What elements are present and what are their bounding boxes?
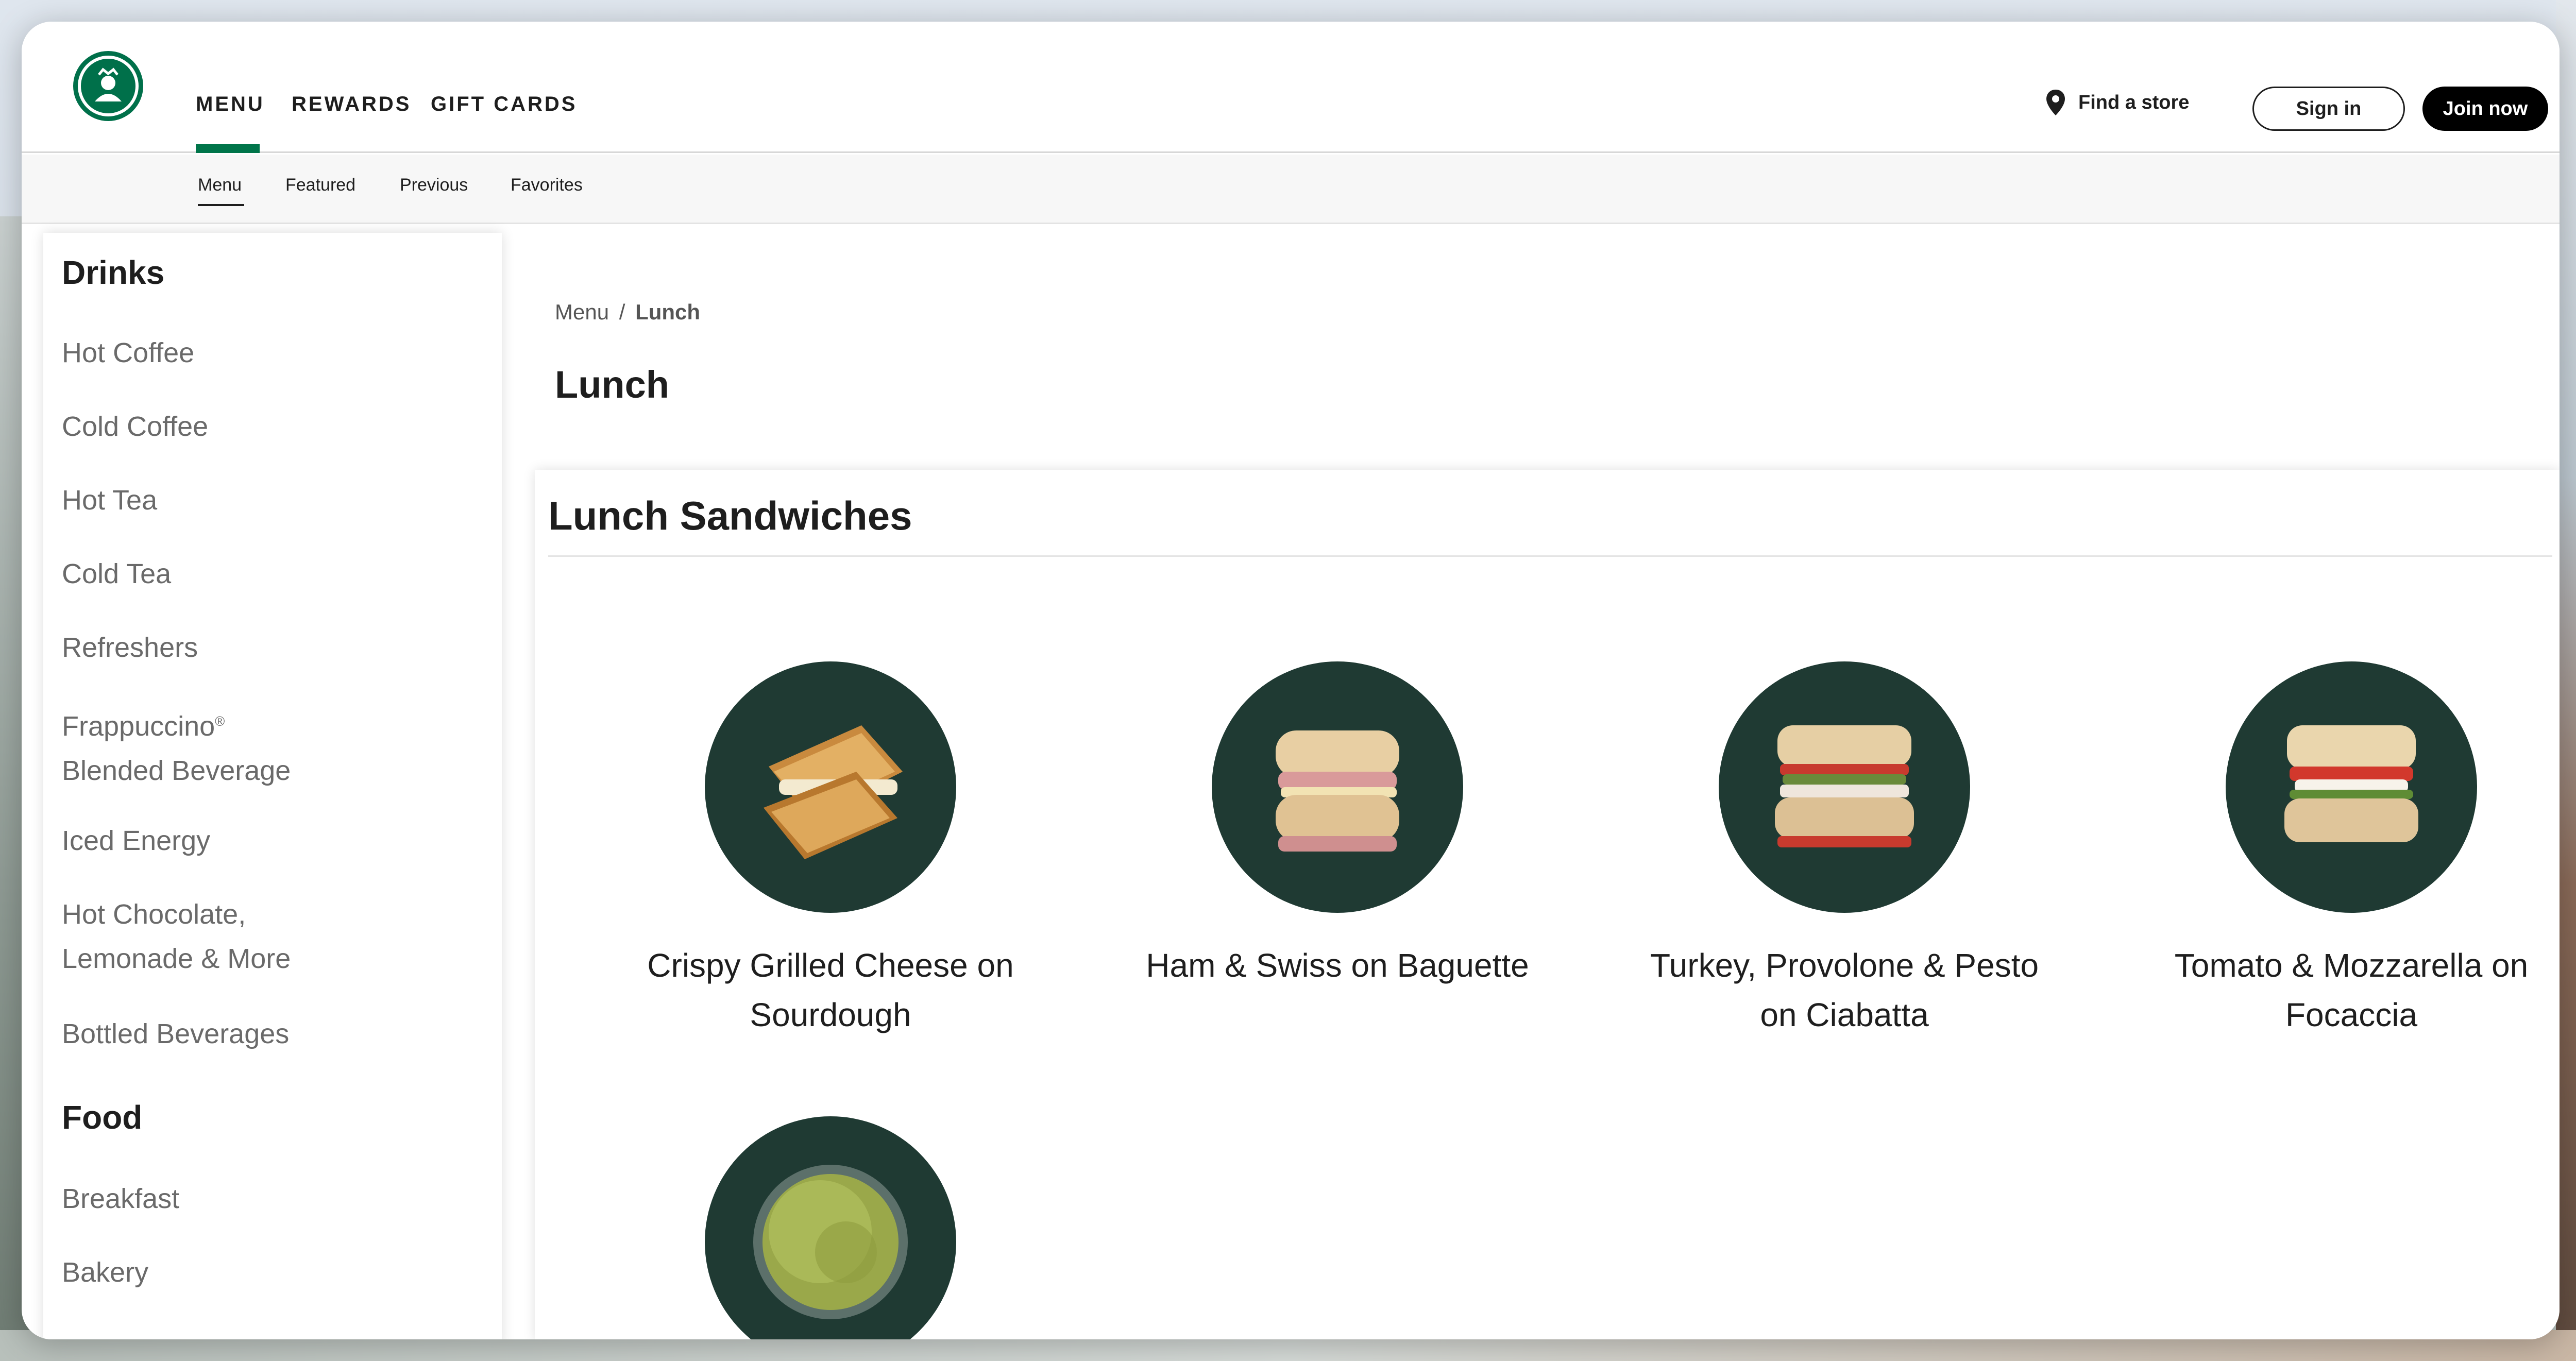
siren-icon: [78, 56, 139, 116]
subnav-previous[interactable]: Previous: [400, 175, 468, 195]
product-name-line2: on Ciabatta: [1760, 996, 1929, 1033]
product-name-line2: Sourdough: [750, 996, 911, 1033]
nav-menu[interactable]: MENU: [196, 93, 265, 116]
sidebar-item-hot-tea[interactable]: Hot Tea: [62, 478, 157, 522]
sidebar-item-hot-coffee[interactable]: Hot Coffee: [62, 331, 194, 375]
section-divider: [548, 555, 2552, 557]
location-pin-icon: [2045, 89, 2066, 116]
nav-active-indicator: [196, 144, 260, 153]
breadcrumb-separator: /: [619, 300, 625, 324]
subnav-menu[interactable]: Menu: [198, 175, 242, 195]
sidebar-item-hot-chocolate-label-line2: Lemonade & More: [62, 943, 291, 974]
breadcrumb: Menu / Lunch: [555, 300, 700, 325]
ham-swiss-image[interactable]: [1212, 661, 1463, 913]
product-card[interactable]: [599, 1116, 1062, 1339]
product-name[interactable]: Crispy Grilled Cheese on Sourdough: [599, 941, 1062, 1040]
subnav-featured[interactable]: Featured: [285, 175, 355, 195]
global-nav: MENU REWARDS GIFT CARDS Find a store Sig…: [22, 22, 2560, 153]
sidebar-item-frappuccino-label-line2: Blended Beverage: [62, 755, 291, 786]
tomato-mozzarella-image[interactable]: [2226, 661, 2477, 913]
sidebar-item-hot-chocolate-label: Hot Chocolate,: [62, 899, 246, 930]
join-now-button[interactable]: Join now: [2422, 87, 2548, 131]
sidebar-heading-food: Food: [62, 1099, 143, 1136]
browser-window: MENU REWARDS GIFT CARDS Find a store Sig…: [22, 22, 2560, 1339]
product-card[interactable]: Ham & Swiss on Baguette: [1106, 661, 1569, 990]
sidebar-item-breakfast[interactable]: Breakfast: [62, 1177, 179, 1221]
product-name[interactable]: Ham & Swiss on Baguette: [1106, 941, 1569, 990]
product-name-line1: Ham & Swiss on Baguette: [1146, 947, 1529, 984]
product-name-line1: Turkey, Provolone & Pesto: [1650, 947, 2039, 984]
find-store-label: Find a store: [2078, 91, 2190, 113]
turkey-pesto-image[interactable]: [1719, 661, 1970, 913]
breadcrumb-current: Lunch: [635, 300, 701, 324]
sidebar-heading-drinks: Drinks: [62, 254, 165, 291]
nav-gift-cards[interactable]: GIFT CARDS: [431, 93, 577, 116]
product-name-line1: Tomato & Mozzarella on: [2174, 947, 2529, 984]
sidebar-item-bakery[interactable]: Bakery: [62, 1250, 148, 1295]
subnav-favorites[interactable]: Favorites: [511, 175, 583, 195]
sidebar-item-frappuccino-label: Frappuccino: [62, 711, 215, 742]
sign-in-button[interactable]: Sign in: [2252, 87, 2405, 131]
sub-nav: Menu Featured Previous Favorites: [22, 155, 2560, 224]
section-title: Lunch Sandwiches: [548, 493, 912, 538]
registered-mark: ®: [215, 713, 225, 729]
sidebar-item-refreshers[interactable]: Refreshers: [62, 625, 198, 670]
guacamole-image[interactable]: [705, 1116, 956, 1339]
find-store-link[interactable]: Find a store: [2045, 89, 2189, 116]
grilled-cheese-image[interactable]: [705, 661, 956, 913]
sidebar-item-frappuccino[interactable]: Frappuccino® Blended Beverage: [62, 699, 291, 793]
sidebar-item-bottled-beverages[interactable]: Bottled Beverages: [62, 1012, 289, 1056]
nav-rewards[interactable]: REWARDS: [292, 93, 411, 116]
menu-sidebar: Drinks Hot Coffee Cold Coffee Hot Tea Co…: [43, 233, 502, 1339]
sidebar-item-cold-coffee[interactable]: Cold Coffee: [62, 404, 208, 449]
product-card[interactable]: Crispy Grilled Cheese on Sourdough: [599, 661, 1062, 1040]
subnav-active-indicator: [198, 204, 244, 206]
product-section: Lunch Sandwiches Crispy Grilled Cheese o…: [535, 470, 2560, 1339]
breadcrumb-menu-link[interactable]: Menu: [555, 300, 609, 324]
product-name-line2: Focaccia: [2285, 996, 2418, 1033]
sidebar-item-cold-tea[interactable]: Cold Tea: [62, 552, 171, 596]
product-name-line1: Crispy Grilled Cheese on: [647, 947, 1014, 984]
product-name[interactable]: Turkey, Provolone & Pesto on Ciabatta: [1613, 941, 2076, 1040]
product-name[interactable]: Tomato & Mozzarella on Focaccia: [2120, 941, 2560, 1040]
starbucks-logo[interactable]: [73, 51, 143, 121]
page-title: Lunch: [555, 363, 669, 406]
product-card[interactable]: Tomato & Mozzarella on Focaccia: [2120, 661, 2560, 1040]
sidebar-item-hot-chocolate[interactable]: Hot Chocolate, Lemonade & More: [62, 892, 291, 981]
product-card[interactable]: Turkey, Provolone & Pesto on Ciabatta: [1613, 661, 2076, 1040]
sidebar-item-iced-energy[interactable]: Iced Energy: [62, 819, 210, 863]
